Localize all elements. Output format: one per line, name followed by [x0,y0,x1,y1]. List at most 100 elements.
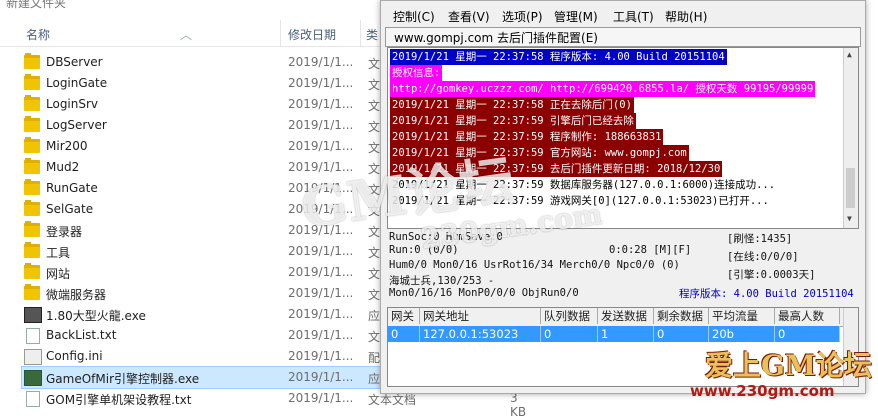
cell-average: 20b [709,326,775,342]
cell-send: 1 [598,326,654,342]
column-header-date[interactable]: 修改日期 [288,26,336,43]
file-date: 2019/1/1... [288,118,354,132]
log-line: 授权信息: [390,65,443,81]
file-size: 3 KB [510,391,527,419]
log-line: 2019/1/21 星期一 22:37:59 引擎后门已经去除 [390,113,636,129]
file-date: 2019/1/1... [288,328,354,342]
col-gateway-address[interactable]: 网关地址 [420,308,541,324]
status-monster: 海城士兵,130/253 - [389,275,495,287]
file-name: 1.80大型火龍.exe [46,309,146,323]
file-row[interactable]: 网站 2019/1/1... 文 [22,262,380,283]
file-row[interactable]: LogServer 2019/1/1... 文 [22,115,380,136]
file-row[interactable]: GOM引擎单机架设教程.txt 2019/1/1... 文本文档 3 KB [22,388,526,419]
scroll-up-icon[interactable]: ▲ [847,50,852,59]
log-scrollbar[interactable]: ▲ ▼ [843,48,858,228]
file-date: 2019/1/1... [288,76,354,90]
file-row[interactable]: 微端服务器 2019/1/1... 文 [22,283,380,304]
table-row[interactable]: 0 127.0.0.1:53023 0 1 0 20b 0 [388,326,840,342]
col-send-data[interactable]: 发送数据 [598,308,654,324]
folder-icon [24,158,40,174]
file-row[interactable]: 1.80大型火龍.exe 2019/1/1... 应 [22,304,380,325]
col-max-users[interactable]: 最高人数 [775,308,840,324]
menu-view[interactable]: 查看(V) [448,8,490,25]
file-date: 2019/1/1... [288,139,354,153]
status-run: Run:0 (0/0) [389,244,459,256]
scroll-down-icon[interactable]: ▼ [847,214,852,223]
file-date: 2019/1/1... [288,97,354,111]
column-header-type[interactable]: 类 [366,26,378,43]
file-row[interactable]: 工具 2019/1/1... 文 [22,241,380,262]
table-scrollbar[interactable] [843,308,858,386]
folder-icon [24,200,40,216]
file-name: 微端服务器 [46,288,107,302]
status-counts: Hum0/0 Mon0/16 UsrRot16/34 Merch0/0 Npc0… [389,259,680,271]
log-line: 2019/1/21 星期一 22:37:59 数据库服务器(127.0.0.1:… [390,177,778,193]
folder-icon [24,137,40,153]
file-name: GameOfMir引擎控制器.exe [46,372,200,386]
menu-tools[interactable]: 工具(T) [613,8,654,25]
log-line: 2019/1/21 星期一 22:37:58 程序版本: 4.00 Build … [390,49,727,65]
file-name: BackList.txt [46,328,117,342]
file-date: 2019/1/1... [288,286,354,300]
text-file-icon [26,328,40,344]
folder-icon [24,95,40,111]
gateway-table: 网关 网关地址 队列数据 发送数据 剩余数据 平均流量 最高人数 0 127.0… [387,307,859,387]
file-row[interactable]: 登录器 2019/1/1... 文 [22,220,380,241]
file-row[interactable]: DBServer 2019/1/1... 文 [22,52,380,73]
file-name: Config.ini [46,349,103,363]
file-name: 工具 [46,246,71,260]
log-panel[interactable]: 2019/1/21 星期一 22:37:58 程序版本: 4.00 Build … [387,47,859,229]
exe-icon [24,307,42,323]
column-divider[interactable] [280,20,281,46]
cell-queue: 0 [541,326,598,342]
file-date: 2019/1/1... [288,307,354,321]
file-row[interactable]: Mir200 2019/1/1... 文 [22,136,380,157]
folder-icon [24,179,40,195]
folder-icon [24,116,40,132]
file-name: Mud2 [46,160,80,174]
file-date: 2019/1/1... [288,223,354,237]
menu-options[interactable]: 选项(P) [502,8,543,25]
status-engine: [引擎:0.0003天] [727,269,816,281]
file-row[interactable]: Config.ini 2019/1/1... 配 [22,346,380,367]
col-gateway[interactable]: 网关 [388,308,420,324]
column-header-name[interactable]: 名称 [26,26,50,43]
file-date: 2019/1/1... [288,370,354,384]
folder-icon [24,242,40,258]
menu-control[interactable]: 控制(C) [393,8,435,25]
file-row[interactable]: RunGate 2019/1/1... 文 [22,178,380,199]
file-date: 2019/1/1... [288,181,354,195]
cell-remaining: 0 [654,326,709,342]
file-date: 2019/1/1... [288,349,354,363]
file-row[interactable]: SelGate 2019/1/1... 文 [22,199,380,220]
sort-caret-icon: ︿ [180,28,193,42]
file-name: GOM引擎单机架设教程.txt [46,393,192,407]
file-name: SelGate [46,202,94,216]
file-row[interactable]: Mud2 2019/1/1... 文 [22,157,380,178]
file-date: 2019/1/1... [288,265,354,279]
file-date: 2019/1/1... [288,202,354,216]
version-label: 程序版本: 4.00 Build 20151104 [679,288,854,300]
file-explorer: 新建文件夹 名称 ︿ 修改日期 类 DBServer 2019/1/1... 文 Lo… [0,0,526,419]
col-queue-data[interactable]: 队列数据 [541,308,598,324]
log-line: 2019/1/21 星期一 22:37:59 程序制作: 188663831 [390,129,664,145]
scrollbar-thumb[interactable] [846,168,855,208]
plugin-config-menu[interactable]: www.gompj.com 去后门插件配置(E) [385,27,861,47]
col-remaining-data[interactable]: 剩余数据 [654,308,709,324]
file-row[interactable]: LoginSrv 2019/1/1... 文 [22,94,380,115]
menu-bar: 控制(C) 查看(V) 选项(P) 管理(M) 工具(T) 帮助(H) [381,7,865,25]
menu-help[interactable]: 帮助(H) [665,8,707,25]
column-header-row: 名称 ︿ 修改日期 类 [0,20,380,47]
status-panel: RunSoc:0 HumSave:0 Run:0 (0/0) 0:0:28 [M… [387,231,857,303]
explorer-title-bar: 新建文件夹 [0,0,380,12]
file-row[interactable]: GameOfMir引擎控制器.exe 2019/1/1... 应 [21,366,381,389]
file-date: 2019/1/1... [288,391,354,405]
column-divider[interactable] [360,20,361,46]
folder-icon [24,263,40,279]
status-runsoc: RunSoc:0 HumSave:0 [389,231,503,243]
col-average-traffic[interactable]: 平均流量 [709,308,775,324]
log-line: 2019/1/21 星期一 22:37:59 去后门插件更新日期: 2018/1… [390,161,723,177]
file-row[interactable]: LoginGate 2019/1/1... 文 [22,73,380,94]
menu-manage[interactable]: 管理(M) [554,8,598,25]
file-row[interactable]: BackList.txt 2019/1/1... 文 [22,325,380,346]
